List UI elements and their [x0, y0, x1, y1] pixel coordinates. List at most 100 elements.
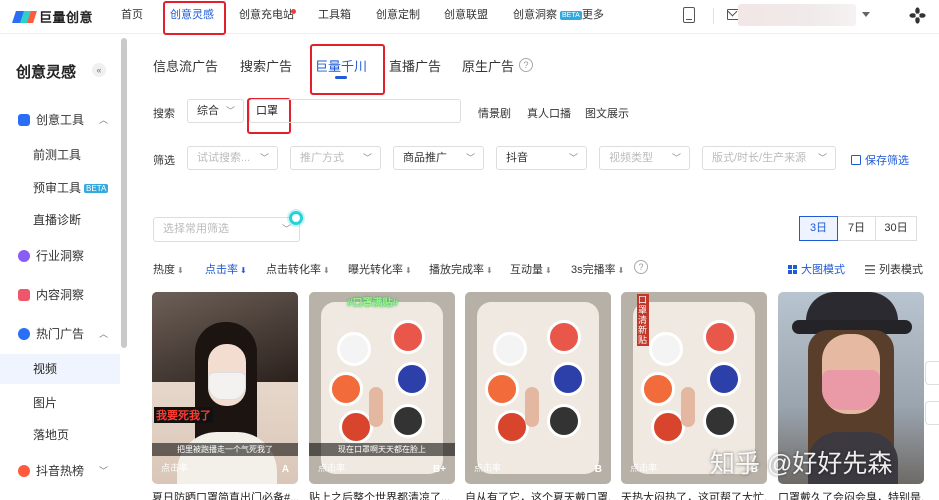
sidebar-item-image[interactable]: 图片: [0, 388, 120, 418]
sidebar-item-pretest[interactable]: 前测工具: [0, 140, 120, 170]
video-caption[interactable]: 天热大闷热了，这可帮了大忙...: [621, 489, 767, 500]
nav-home[interactable]: 首页: [121, 0, 143, 34]
chevron-up-icon: ︿: [98, 115, 108, 125]
sticker-image: [493, 332, 527, 366]
account-dropdown-icon[interactable]: [862, 12, 870, 17]
tab-live-ads[interactable]: 直播广告: [389, 56, 441, 75]
video-card[interactable]: 我要死我了 把里被跑播走一个气死我了 点击率 A 夏日防晒口罩简直出门必备#..…: [152, 292, 298, 500]
sidebar-title: 创意灵感: [16, 64, 77, 81]
sort-arrow-icon: ⬇: [405, 266, 412, 275]
sidebar-item-content-insight[interactable]: 内容洞察: [0, 280, 120, 310]
sidebar-item-label: 行业洞察: [36, 249, 85, 263]
sticker-image: [395, 362, 429, 396]
save-filter-button[interactable]: 保存筛选: [851, 152, 909, 168]
search-input[interactable]: 口罩: [249, 99, 461, 123]
video-thumbnail[interactable]: 我要死我了 把里被跑播走一个气死我了 点击率 A: [152, 292, 298, 484]
filter-platform-select[interactable]: 抖音 ﹀: [496, 146, 587, 170]
video-caption[interactable]: 贴上之后整个世界都清凉了...: [309, 489, 455, 500]
sticker-image: [391, 404, 425, 438]
filter-value: 视频类型: [609, 152, 653, 164]
sidebar-scrollbar[interactable]: [121, 38, 127, 348]
sidebar-item-label: 视频: [33, 362, 58, 376]
nav-creative-charging[interactable]: 创意充电站: [239, 0, 294, 34]
sort-interactions[interactable]: 互动量 ⬇: [510, 261, 552, 277]
sort-heat[interactable]: 热度 ⬇: [153, 261, 184, 277]
filter-video-type-select[interactable]: 视频类型 ﹀: [599, 146, 690, 170]
date-tab-30d[interactable]: 30日: [875, 216, 917, 241]
user-account-blurred[interactable]: [738, 4, 856, 26]
sidebar-item-creative-tools[interactable]: 创意工具 ︿: [0, 105, 120, 135]
sort-3s-completion[interactable]: 3s完播率 ⬇: [571, 261, 624, 277]
tab-feed-ads[interactable]: 信息流广告: [153, 56, 218, 75]
content-icon: [18, 289, 30, 301]
sticker-image: [551, 362, 585, 396]
metric-label: 点击率: [630, 463, 658, 473]
date-tab-7d[interactable]: 7日: [837, 216, 876, 241]
list-view-toggle[interactable]: 列表模式: [865, 261, 923, 277]
sidebar-item-hot-ads[interactable]: 热门广告 ︿: [0, 319, 120, 349]
sidebar-item-video[interactable]: 视频: [0, 354, 120, 384]
video-thumbnail[interactable]: 点击率 B: [465, 292, 611, 484]
grade-badge: B+: [432, 464, 446, 475]
nav-custom[interactable]: 创意定制: [376, 0, 420, 34]
nav-more[interactable]: 更多: [582, 0, 604, 34]
quick-tag-real-person[interactable]: 真人口播: [527, 105, 571, 121]
filter-product-select[interactable]: 商品推广 ﹀: [393, 146, 484, 170]
thumbnail-overlay-text: 口罩清新贴: [637, 294, 649, 346]
brand-mark-icon: [12, 9, 37, 25]
sidebar-item-landing-page[interactable]: 落地页: [0, 420, 120, 450]
sort-exposure-conversion[interactable]: 曝光转化率 ⬇: [348, 261, 412, 277]
sidebar-item-douyin-hot[interactable]: 抖音热榜 ﹀: [0, 456, 120, 486]
video-card[interactable]: 点击率 B 自从有了它，这个夏天戴口罩...: [465, 292, 611, 500]
chevron-up-icon: ︿: [98, 329, 108, 339]
collapse-sidebar-button[interactable]: «: [92, 63, 106, 77]
chevron-down-icon: ﹀: [568, 153, 578, 163]
video-thumbnail[interactable]: #口罩满贴# 现在口罩啊天天都在脸上 点击率 B+: [309, 292, 455, 484]
quick-tag-sitcom[interactable]: 情景剧: [478, 105, 511, 121]
filter-promotion-select[interactable]: 推广方式 ﹀: [290, 146, 381, 170]
brand-logo[interactable]: 巨量创意: [12, 7, 93, 26]
filter-search-select[interactable]: 试试搜索... ﹀: [187, 146, 278, 170]
help-icon[interactable]: ?: [519, 58, 533, 72]
sidebar-item-live-diagnosis[interactable]: 直播诊断: [0, 205, 120, 235]
sort-completion-rate[interactable]: 播放完成率 ⬇: [429, 261, 493, 277]
sidebar-item-label: 创意工具: [36, 113, 85, 127]
video-card[interactable]: #口罩满贴# 现在口罩啊天天都在脸上 点击率 B+ 贴上之后整个世界都清凉了..…: [309, 292, 455, 500]
video-caption[interactable]: 口罩戴久了会闷会臭，特别是...: [778, 489, 924, 500]
side-float-button[interactable]: [925, 361, 939, 385]
filter-format-select[interactable]: 版式/时长/生产来源 ﹀: [702, 146, 836, 170]
video-caption[interactable]: 夏日防晒口罩简直出门必备#...: [152, 489, 298, 500]
common-filter-select[interactable]: 选择常用筛选 ﹀: [153, 217, 300, 242]
nav-insight[interactable]: 创意洞察 BETA: [513, 0, 582, 34]
sort-arrow-icon: ⬇: [617, 266, 625, 275]
nav-alliance[interactable]: 创意联盟: [444, 0, 488, 34]
tab-qianchuan[interactable]: 巨量千川: [315, 56, 367, 75]
side-float-button[interactable]: [925, 401, 939, 425]
settings-flower-icon[interactable]: [909, 7, 926, 24]
grade-badge: A: [281, 464, 289, 475]
sidebar-item-prereview[interactable]: 预审工具 BETA: [0, 173, 120, 203]
video-subtitle: 现在口罩啊天天都在脸上: [309, 443, 455, 456]
search-scope-select[interactable]: 综合 ﹀: [187, 99, 244, 123]
beta-badge: BETA: [560, 10, 582, 20]
quick-tag-graphic[interactable]: 图文展示: [585, 105, 629, 121]
tablet-icon[interactable]: [683, 7, 695, 23]
thumbnail-overlay-text: #口罩满贴#: [347, 298, 399, 309]
date-tab-3d[interactable]: 3日: [799, 216, 838, 241]
filter-value: 商品推广: [403, 152, 447, 164]
nav-toolbox[interactable]: 工具箱: [318, 0, 351, 34]
sort-click-conversion[interactable]: 点击转化率 ⬇: [266, 261, 330, 277]
video-caption[interactable]: 自从有了它，这个夏天戴口罩...: [465, 489, 611, 500]
tab-search-ads[interactable]: 搜索广告: [240, 56, 292, 75]
sticker-image: [337, 332, 371, 366]
grid-view-toggle[interactable]: 大图模式: [788, 261, 845, 277]
chevron-down-icon: ﹀: [362, 153, 372, 163]
sort-ctr[interactable]: 点击率 ⬇: [205, 261, 247, 277]
sticker-image: [641, 372, 675, 406]
sticker-image: [329, 372, 363, 406]
sidebar-item-industry-insight[interactable]: 行业洞察: [0, 241, 120, 271]
guide-hotspot-icon[interactable]: [289, 211, 303, 225]
tab-native-ads[interactable]: 原生广告: [462, 56, 514, 75]
sort-label: 播放完成率: [429, 264, 484, 276]
help-icon[interactable]: ?: [634, 260, 648, 274]
